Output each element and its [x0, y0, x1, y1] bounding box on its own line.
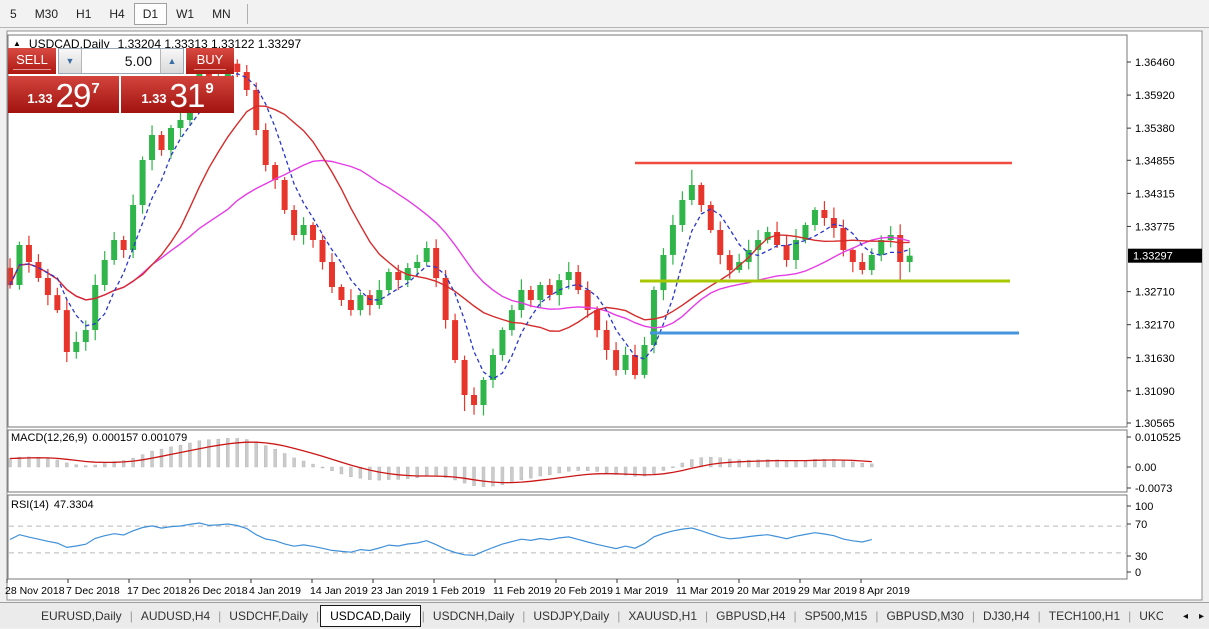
- tab-separator: |: [1038, 609, 1041, 623]
- svg-text:70: 70: [1135, 519, 1147, 531]
- tab-separator: |: [522, 609, 525, 623]
- svg-text:7 Dec 2018: 7 Dec 2018: [66, 585, 120, 597]
- spinner-up-icon: ▲: [168, 56, 177, 66]
- tab-sp500-m15[interactable]: SP500,M15: [798, 605, 875, 627]
- timeframe-button-w1[interactable]: W1: [167, 3, 203, 25]
- svg-text:14 Jan 2019: 14 Jan 2019: [310, 585, 368, 597]
- sell-price-prefix: 1.33: [27, 91, 52, 106]
- svg-text:1.31090: 1.31090: [1135, 386, 1175, 398]
- svg-text:0: 0: [1135, 567, 1141, 579]
- svg-text:1 Feb 2019: 1 Feb 2019: [432, 585, 485, 597]
- tab-scroll-left-icon[interactable]: ◂: [1183, 611, 1188, 622]
- tab-separator: |: [422, 609, 425, 623]
- svg-text:1.32170: 1.32170: [1135, 320, 1175, 332]
- svg-text:11 Feb 2019: 11 Feb 2019: [493, 585, 551, 597]
- svg-text:1.35920: 1.35920: [1135, 90, 1175, 102]
- volume-input[interactable]: [82, 49, 160, 73]
- tab-usdchf-daily[interactable]: USDCHF,Daily: [222, 605, 315, 627]
- sell-button[interactable]: SELL: [8, 48, 56, 74]
- tab-scroll-right-icon[interactable]: ▸: [1199, 611, 1204, 622]
- macd-name: MACD(12,26,9): [11, 432, 87, 444]
- rsi-value: 47.3304: [54, 499, 94, 511]
- symbol-tab-bar: EURUSD,Daily|AUDUSD,H4|USDCHF,Daily|USDC…: [0, 602, 1209, 628]
- tab-separator: |: [794, 609, 797, 623]
- tab-separator: |: [972, 609, 975, 623]
- one-click-trade-widget: SELL ▼ ▲ BUY 1.33 29 7 1.33 31 9: [8, 48, 234, 113]
- toolbar-separator: [247, 4, 248, 24]
- sell-price-pip: 7: [91, 80, 99, 97]
- collapse-arrow-icon[interactable]: ▲: [13, 39, 21, 48]
- tab-separator: |: [218, 609, 221, 623]
- svg-text:1.34315: 1.34315: [1135, 188, 1175, 200]
- tab-audusd-h4[interactable]: AUDUSD,H4: [134, 605, 217, 627]
- tab-eurusd-daily[interactable]: EURUSD,Daily: [34, 605, 129, 627]
- svg-text:1.30565: 1.30565: [1135, 418, 1175, 430]
- svg-text:1.31630: 1.31630: [1135, 353, 1175, 365]
- tab-separator: |: [316, 609, 319, 623]
- svg-text:-0.0073: -0.0073: [1135, 483, 1172, 495]
- svg-text:100: 100: [1135, 501, 1153, 513]
- buy-price-panel[interactable]: 1.33 31 9: [121, 76, 234, 113]
- svg-text:20 Feb 2019: 20 Feb 2019: [554, 585, 613, 597]
- tab-scroll-arrows: ◂ ▸: [1183, 603, 1204, 629]
- tab-gbpusd-m30[interactable]: GBPUSD,M30: [879, 605, 970, 627]
- tab-separator: |: [875, 609, 878, 623]
- sell-button-label: SELL: [13, 52, 51, 70]
- svg-text:1.36460: 1.36460: [1135, 57, 1175, 69]
- timeframe-button-mn[interactable]: MN: [203, 3, 240, 25]
- tab-usdjpy-daily[interactable]: USDJPY,Daily: [526, 605, 616, 627]
- rsi-indicator-label: RSI(14) 47.3304: [11, 499, 94, 511]
- svg-text:1.35380: 1.35380: [1135, 123, 1175, 135]
- buy-price-prefix: 1.33: [141, 91, 166, 106]
- tab-xauusd-h1[interactable]: XAUUSD,H1: [621, 605, 704, 627]
- svg-text:28 Nov 2018: 28 Nov 2018: [5, 585, 65, 597]
- svg-text:20 Mar 2019: 20 Mar 2019: [737, 585, 796, 597]
- tab-separator: |: [1128, 609, 1131, 623]
- volume-spinner: ▼ ▲: [58, 48, 184, 74]
- svg-text:26 Dec 2018: 26 Dec 2018: [188, 585, 248, 597]
- buy-button-label: BUY: [194, 52, 227, 70]
- spinner-down-icon: ▼: [66, 56, 75, 66]
- sell-price-big: 29: [56, 80, 91, 111]
- buy-price-big: 31: [170, 80, 205, 111]
- macd-indicator-label: MACD(12,26,9) 0.000157 0.001079: [11, 432, 187, 444]
- svg-text:1.34855: 1.34855: [1135, 155, 1175, 167]
- tab-dj30-h4[interactable]: DJ30,H4: [976, 605, 1037, 627]
- tab-separator: |: [705, 609, 708, 623]
- buy-button[interactable]: BUY: [186, 48, 234, 74]
- svg-text:23 Jan 2019: 23 Jan 2019: [371, 585, 429, 597]
- buy-price-pip: 9: [205, 80, 213, 97]
- timeframe-toolbar: 5M30H1H4D1W1MN: [0, 0, 1209, 28]
- tab-uko[interactable]: UKO: [1132, 605, 1163, 627]
- svg-text:1.32710: 1.32710: [1135, 287, 1175, 299]
- symbol-tabs: EURUSD,Daily|AUDUSD,H4|USDCHF,Daily|USDC…: [34, 605, 1163, 627]
- tab-usdcad-daily[interactable]: USDCAD,Daily: [320, 605, 421, 627]
- volume-decrease-button[interactable]: ▼: [59, 49, 82, 73]
- svg-text:17 Dec 2018: 17 Dec 2018: [127, 585, 187, 597]
- timeframe-button-5[interactable]: 5: [1, 3, 26, 25]
- svg-text:1.33297: 1.33297: [1133, 251, 1173, 263]
- svg-text:11 Mar 2019: 11 Mar 2019: [676, 585, 734, 597]
- svg-text:1 Mar 2019: 1 Mar 2019: [615, 585, 668, 597]
- svg-text:30: 30: [1135, 551, 1147, 563]
- svg-text:1.33775: 1.33775: [1135, 221, 1175, 233]
- sell-price-panel[interactable]: 1.33 29 7: [8, 76, 119, 113]
- rsi-name: RSI(14): [11, 499, 49, 511]
- tab-usdcnh-daily[interactable]: USDCNH,Daily: [426, 605, 521, 627]
- svg-text:0.00: 0.00: [1135, 462, 1156, 474]
- tab-gbpusd-h4[interactable]: GBPUSD,H4: [709, 605, 792, 627]
- timeframe-button-h1[interactable]: H1: [67, 3, 100, 25]
- svg-text:0.010525: 0.010525: [1135, 432, 1181, 444]
- tab-separator: |: [617, 609, 620, 623]
- tab-tech100-h1[interactable]: TECH100,H1: [1042, 605, 1127, 627]
- timeframe-button-d1[interactable]: D1: [134, 3, 167, 25]
- macd-values: 0.000157 0.001079: [92, 432, 187, 444]
- svg-text:8 Apr 2019: 8 Apr 2019: [859, 585, 910, 597]
- timeframe-button-h4[interactable]: H4: [100, 3, 133, 25]
- svg-text:29 Mar 2019: 29 Mar 2019: [798, 585, 857, 597]
- tab-separator: |: [130, 609, 133, 623]
- timeframe-button-m30[interactable]: M30: [26, 3, 67, 25]
- svg-text:4 Jan 2019: 4 Jan 2019: [249, 585, 301, 597]
- volume-increase-button[interactable]: ▲: [160, 49, 183, 73]
